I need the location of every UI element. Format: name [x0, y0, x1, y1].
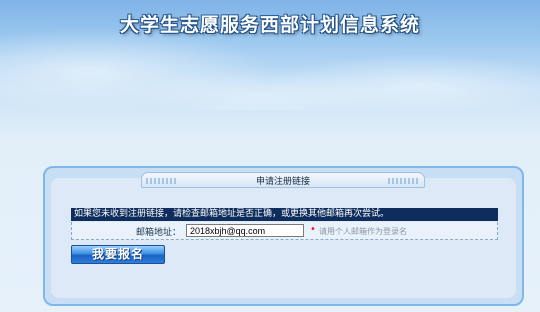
signup-button[interactable]: 我要报名: [71, 245, 165, 264]
email-label: 邮箱地址：: [136, 228, 182, 238]
panel-tab: 申请注册链接: [141, 172, 425, 188]
email-input[interactable]: [186, 224, 304, 237]
notice-message: 如果您未收到注册链接，请检查邮箱地址是否正确，或更换其他邮箱再次尝试。: [71, 208, 498, 221]
panel-tab-title: 申请注册链接: [255, 177, 310, 187]
email-hint: 请用个人邮箱作为登录名: [319, 227, 407, 236]
tab-decoration-right: [388, 178, 420, 184]
required-marker: •: [310, 224, 316, 235]
email-form-row: 邮箱地址： • 请用个人邮箱作为登录名: [71, 222, 498, 240]
page-title: 大学生志愿服务西部计划信息系统: [119, 14, 420, 36]
